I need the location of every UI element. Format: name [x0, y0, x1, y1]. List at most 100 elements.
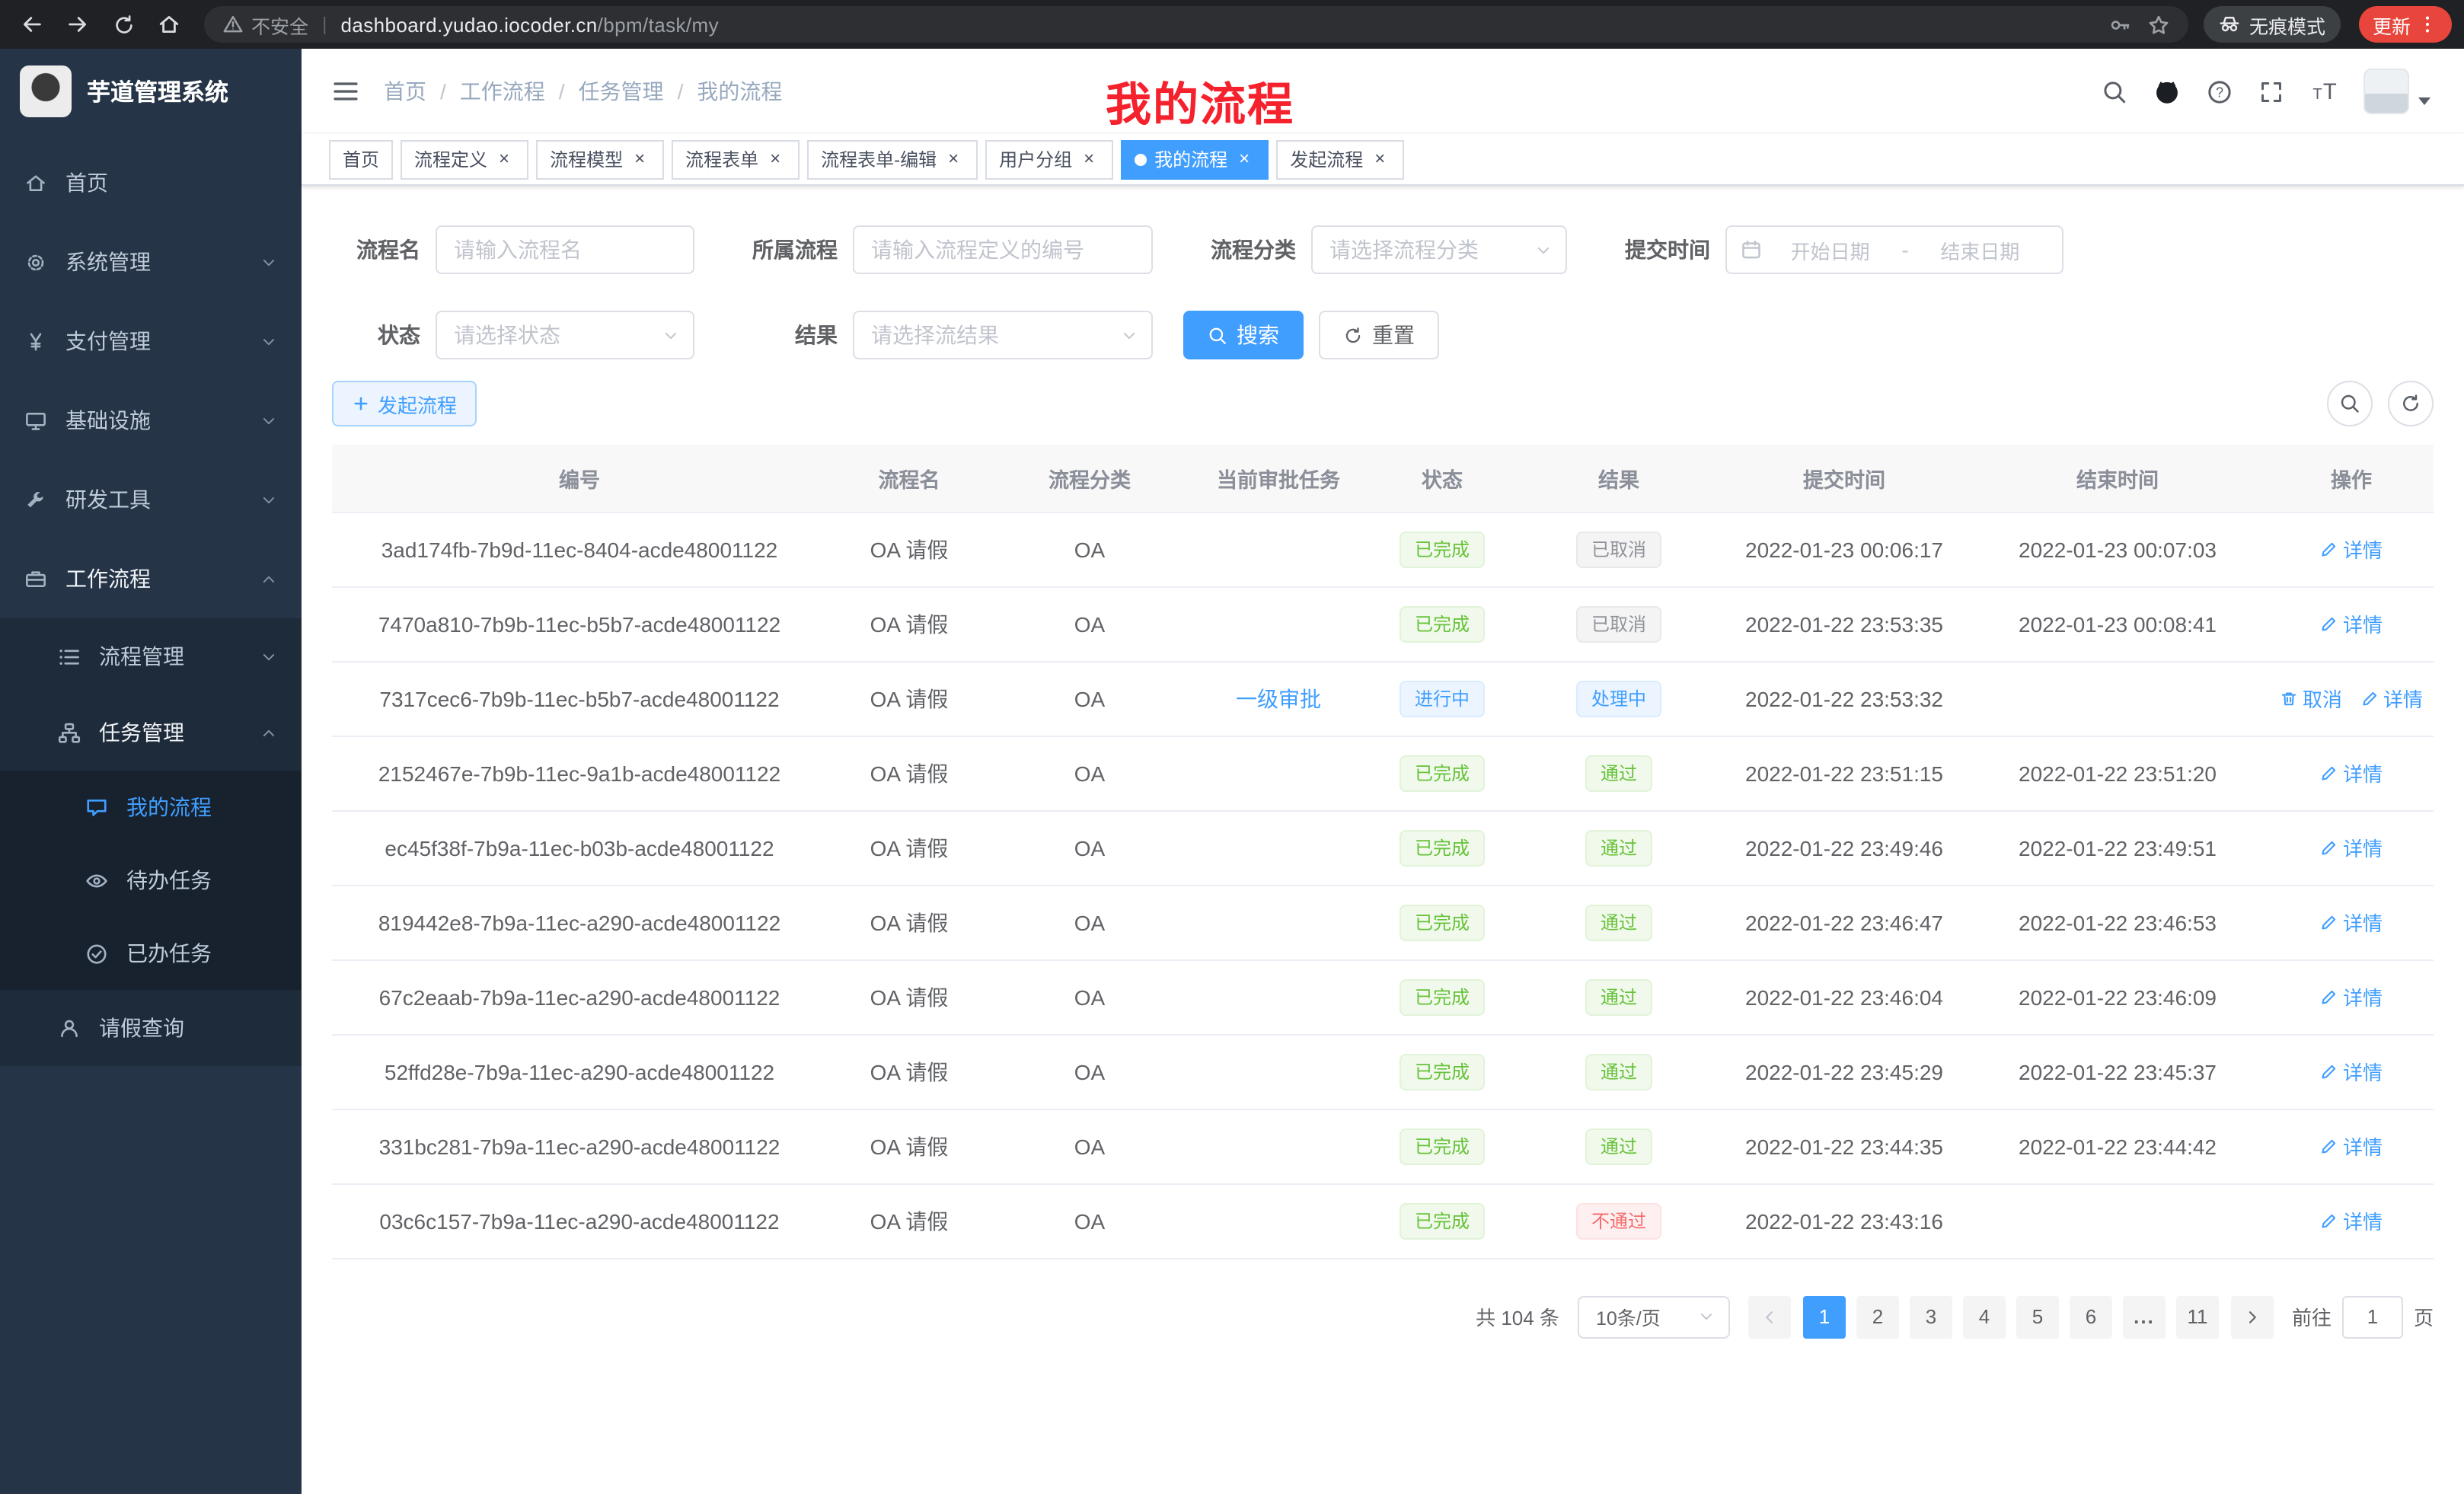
search-button[interactable]: 搜索 [1183, 311, 1304, 359]
action-detail[interactable]: 详情 [2320, 609, 2383, 638]
tab-process-form[interactable]: 流程表单 × [672, 139, 800, 179]
security-chip[interactable]: 不安全 [222, 10, 308, 39]
pagination-prev-button[interactable] [1748, 1295, 1791, 1338]
user-avatar-menu[interactable] [2363, 69, 2430, 114]
sidebar-item-system[interactable]: 系统管理 [0, 222, 302, 302]
address-bar[interactable]: 不安全 | dashboard.yudao.iocoder.cn/bpm/tas… [204, 6, 2188, 43]
sidebar-item-workflow[interactable]: 工作流程 [0, 539, 302, 618]
tab-label: 流程表单 [685, 146, 758, 172]
close-icon[interactable]: × [629, 148, 650, 170]
reset-button[interactable]: 重置 [1319, 311, 1439, 359]
tab-process-form-edit[interactable]: 流程表单-编辑× [807, 139, 978, 179]
pagination-page-2[interactable]: 2 [1856, 1295, 1899, 1338]
font-size-icon[interactable]: TT [2310, 78, 2338, 105]
toggle-search-button[interactable] [2327, 381, 2373, 426]
action-detail[interactable]: 详情 [2320, 1057, 2383, 1086]
create-process-button[interactable]: 发起流程 [332, 381, 477, 426]
sidebar-item-payment[interactable]: 支付管理 [0, 302, 302, 381]
action-detail[interactable]: 详情 [2320, 982, 2383, 1011]
page-size-select[interactable]: 10条/页 [1578, 1295, 1730, 1338]
breadcrumb-item[interactable]: 工作流程 [460, 76, 545, 107]
date-range-picker[interactable]: 开始日期 - 结束日期 [1725, 225, 2063, 274]
browser-back-button[interactable] [12, 5, 52, 44]
close-icon[interactable]: × [1369, 148, 1390, 170]
password-key-icon[interactable] [2109, 13, 2132, 36]
tab-home[interactable]: 首页 [329, 139, 393, 179]
tab-start-process[interactable]: 发起流程× [1276, 139, 1404, 179]
status-badge: 已完成 [1400, 605, 1485, 642]
result-select[interactable]: 请选择流结果 [853, 311, 1153, 359]
breadcrumb-item[interactable]: 任务管理 [579, 76, 664, 107]
pagination-page-6[interactable]: 6 [2070, 1295, 2112, 1338]
cell-current-task [1188, 1183, 1369, 1258]
action-detail[interactable]: 详情 [2320, 833, 2383, 862]
cell-process-name: OA 请假 [827, 586, 991, 661]
sidebar-item-done-task[interactable]: 已办任务 [0, 917, 302, 990]
fullscreen-icon[interactable] [2258, 78, 2284, 104]
bookmark-star-icon[interactable] [2147, 13, 2170, 36]
action-detail[interactable]: 详情 [2320, 758, 2383, 787]
browser-update-button[interactable]: 更新 [2359, 6, 2452, 43]
pagination-page-5[interactable]: 5 [2016, 1295, 2059, 1338]
tab-process-model[interactable]: 流程模型× [536, 139, 664, 179]
table-row: 67c2eaab-7b9a-11ec-a290-acde48001122OA 请… [332, 959, 2434, 1034]
action-detail[interactable]: 详情 [2320, 535, 2383, 563]
sidebar-item-label: 系统管理 [65, 247, 151, 277]
category-select[interactable]: 请选择流程分类 [1311, 225, 1567, 274]
action-detail[interactable]: 详情 [2320, 1206, 2383, 1235]
tab-my-process[interactable]: 我的流程× [1121, 139, 1269, 179]
pagination-page-1[interactable]: 1 [1803, 1295, 1846, 1338]
github-icon[interactable] [2153, 78, 2181, 105]
sidebar-item-label: 工作流程 [65, 563, 151, 594]
browser-forward-button[interactable] [58, 5, 97, 44]
action-detail[interactable]: 详情 [2360, 684, 2423, 713]
process-name-input[interactable] [436, 225, 694, 274]
close-icon[interactable]: × [764, 148, 786, 170]
sidebar-item-todo-task[interactable]: 待办任务 [0, 844, 302, 917]
current-task-link[interactable]: 一级审批 [1236, 683, 1321, 713]
cell-status: 已完成 [1369, 586, 1515, 661]
close-icon[interactable]: × [1234, 148, 1255, 170]
close-icon[interactable]: × [1078, 148, 1100, 170]
chevron-down-icon [260, 254, 277, 270]
sidebar-item-task-mgmt[interactable]: 任务管理 [0, 694, 302, 771]
sidebar-item-dev-tools[interactable]: 研发工具 [0, 460, 302, 539]
sidebar-item-infrastructure[interactable]: 基础设施 [0, 381, 302, 460]
pagination-more[interactable]: ... [2123, 1295, 2166, 1338]
edit-icon [2320, 540, 2338, 558]
eye-icon [85, 869, 108, 892]
search-icon[interactable] [2102, 78, 2127, 104]
cell-status: 已完成 [1369, 1183, 1515, 1258]
cell-end-time: 2022-01-22 23:45:37 [1966, 1034, 2269, 1109]
browser-home-button[interactable] [149, 5, 189, 44]
goto-page-input[interactable] [2342, 1295, 2403, 1338]
sidebar-item-my-process[interactable]: 我的流程 [0, 771, 302, 844]
pagination-page-11[interactable]: 11 [2176, 1295, 2219, 1338]
edit-icon [2320, 1211, 2338, 1230]
result-badge: 通过 [1585, 904, 1652, 940]
status-select[interactable]: 请选择状态 [436, 311, 694, 359]
action-cancel[interactable]: 取消 [2280, 684, 2342, 713]
refresh-table-button[interactable] [2388, 381, 2434, 426]
sidebar-item-process-mgmt[interactable]: 流程管理 [0, 618, 302, 694]
tab-user-group[interactable]: 用户分组× [985, 139, 1113, 179]
app-logo[interactable]: 芋道管理系统 [0, 49, 302, 134]
submit-time-label: 提交时间 [1597, 235, 1710, 265]
help-icon[interactable]: ? [2207, 78, 2233, 104]
pagination-page-3[interactable]: 3 [1910, 1295, 1952, 1338]
tab-process-definition[interactable]: 流程定义× [401, 139, 528, 179]
sidebar-toggle-icon[interactable] [332, 78, 359, 105]
action-detail[interactable]: 详情 [2320, 908, 2383, 937]
sidebar-item-home[interactable]: 首页 [0, 143, 302, 222]
action-detail[interactable]: 详情 [2320, 1132, 2383, 1160]
close-icon[interactable]: × [493, 148, 515, 170]
close-icon[interactable]: × [943, 148, 964, 170]
sidebar-item-leave-query[interactable]: 请假查询 [0, 990, 302, 1066]
process-def-input[interactable] [853, 225, 1153, 274]
cell-actions: 取消详情 [2269, 661, 2434, 736]
pagination-page-4[interactable]: 4 [1963, 1295, 2006, 1338]
breadcrumb-item[interactable]: 首页 [384, 76, 426, 107]
pagination-next-button[interactable] [2231, 1295, 2274, 1338]
chevron-down-icon [1121, 327, 1138, 343]
browser-reload-button[interactable] [104, 5, 143, 44]
